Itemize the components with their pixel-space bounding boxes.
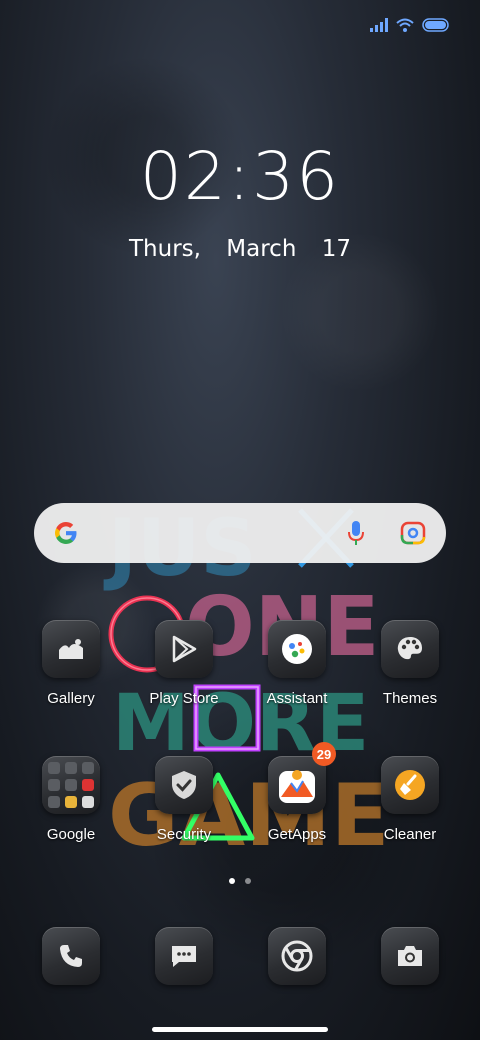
assistant-icon	[268, 620, 326, 678]
app-label: Gallery	[47, 690, 95, 707]
app-gallery[interactable]: Gallery	[15, 620, 127, 707]
gallery-icon	[42, 620, 100, 678]
phone-icon	[42, 927, 100, 985]
messages-icon	[155, 927, 213, 985]
app-label: Themes	[382, 690, 438, 707]
page-dot-2[interactable]	[245, 878, 251, 884]
microphone-icon[interactable]	[346, 520, 366, 546]
wifi-icon	[396, 18, 414, 32]
broom-icon	[381, 756, 439, 814]
app-label: Assistant	[266, 690, 328, 707]
signal-icon	[370, 18, 388, 32]
app-label: Play Store	[149, 690, 219, 707]
date-month: March	[226, 236, 297, 262]
app-themes[interactable]: Themes	[354, 620, 466, 707]
battery-icon	[422, 18, 449, 32]
dock-camera[interactable]	[354, 927, 466, 985]
dock-messages[interactable]	[128, 927, 240, 985]
page-dot-1[interactable]	[229, 878, 235, 884]
home-indicator[interactable]	[152, 1027, 328, 1032]
app-play-store[interactable]: Play Store	[128, 620, 240, 707]
notification-badge: 29	[312, 742, 336, 766]
camera-icon	[381, 927, 439, 985]
date[interactable]: Thurs, March 17	[0, 236, 480, 262]
app-security[interactable]: Security	[128, 756, 240, 843]
page-indicator[interactable]	[0, 878, 480, 884]
google-folder-icon	[42, 756, 100, 814]
chrome-icon	[268, 927, 326, 985]
dock-chrome[interactable]	[241, 927, 353, 985]
app-label: GetApps	[267, 826, 327, 843]
app-label: Google	[46, 826, 96, 843]
date-number: 17	[321, 236, 351, 262]
google-logo-icon	[55, 522, 77, 544]
shield-icon	[155, 756, 213, 814]
palette-icon	[381, 620, 439, 678]
getapps-icon: 29	[268, 742, 336, 814]
date-day: Thurs,	[129, 236, 201, 262]
app-getapps[interactable]: 29 GetApps	[241, 742, 353, 843]
app-label: Security	[156, 826, 212, 843]
play-store-icon	[155, 620, 213, 678]
status-bar	[370, 18, 450, 32]
google-search-bar[interactable]	[34, 503, 446, 563]
app-label: Cleaner	[383, 826, 437, 843]
app-google-folder[interactable]: Google	[15, 756, 127, 843]
google-lens-icon[interactable]	[400, 521, 426, 545]
clock[interactable]: 02:36	[0, 138, 480, 215]
app-assistant[interactable]: Assistant	[241, 620, 353, 707]
app-cleaner[interactable]: Cleaner	[354, 756, 466, 843]
dock-phone[interactable]	[15, 927, 127, 985]
